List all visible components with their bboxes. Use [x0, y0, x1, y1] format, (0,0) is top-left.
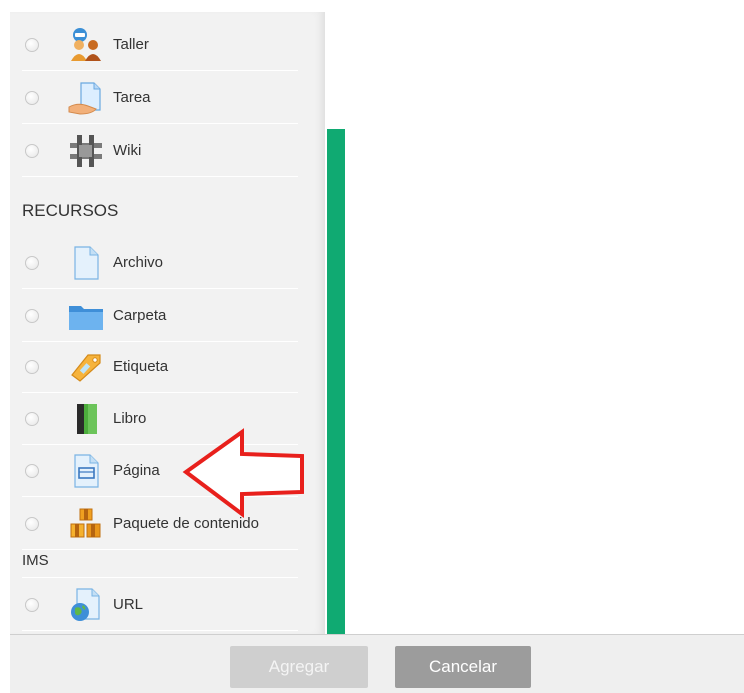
option-label: Página [113, 462, 160, 479]
option-label: Wiki [113, 142, 142, 159]
radio-pagina[interactable] [25, 463, 39, 478]
option-label: URL [113, 596, 144, 613]
page-icon [74, 453, 99, 488]
option-label: Archivo [113, 254, 164, 271]
radio-wiki[interactable] [25, 143, 39, 158]
option-label: Taller [113, 36, 149, 53]
file-icon [74, 245, 99, 280]
option-label: Carpeta [113, 307, 167, 324]
radio-archivo[interactable] [25, 255, 39, 270]
left-arrow-annotation-icon [182, 428, 304, 518]
folder-icon [69, 305, 103, 330]
option-wiki[interactable]: Wiki [22, 124, 298, 177]
option-tarea[interactable]: Tarea [22, 71, 298, 124]
cancel-button[interactable]: Cancelar [395, 646, 531, 688]
option-carpeta[interactable]: Carpeta [22, 289, 298, 342]
resources-heading: RECURSOS [22, 201, 119, 220]
assignment-icon [68, 81, 101, 115]
label-tag-icon [71, 353, 101, 382]
option-archivo[interactable]: Archivo [22, 236, 298, 289]
option-paquete-ims-continuation: IMS [22, 552, 298, 578]
option-url[interactable]: URL [22, 578, 298, 631]
option-label: Etiqueta [113, 358, 169, 375]
option-label-continuation: IMS [22, 552, 49, 569]
option-label: Libro [113, 410, 147, 427]
radio-carpeta[interactable] [25, 308, 39, 323]
radio-paquete-ims[interactable] [25, 516, 39, 531]
radio-url[interactable] [25, 597, 39, 612]
selected-section-indicator [327, 129, 345, 634]
ims-package-icon [70, 508, 101, 537]
option-etiqueta[interactable]: Etiqueta [22, 340, 298, 393]
radio-tarea[interactable] [25, 90, 39, 105]
radio-etiqueta[interactable] [25, 359, 39, 374]
wiki-icon [70, 134, 102, 167]
dialog-footer [10, 634, 744, 693]
radio-libro[interactable] [25, 411, 39, 426]
option-label: Tarea [113, 89, 151, 106]
add-button[interactable]: Agregar [230, 646, 368, 688]
radio-taller[interactable] [25, 37, 39, 52]
url-icon [71, 587, 100, 621]
option-taller[interactable]: Taller [22, 18, 298, 71]
book-icon [77, 403, 97, 434]
workshop-icon [71, 27, 101, 61]
